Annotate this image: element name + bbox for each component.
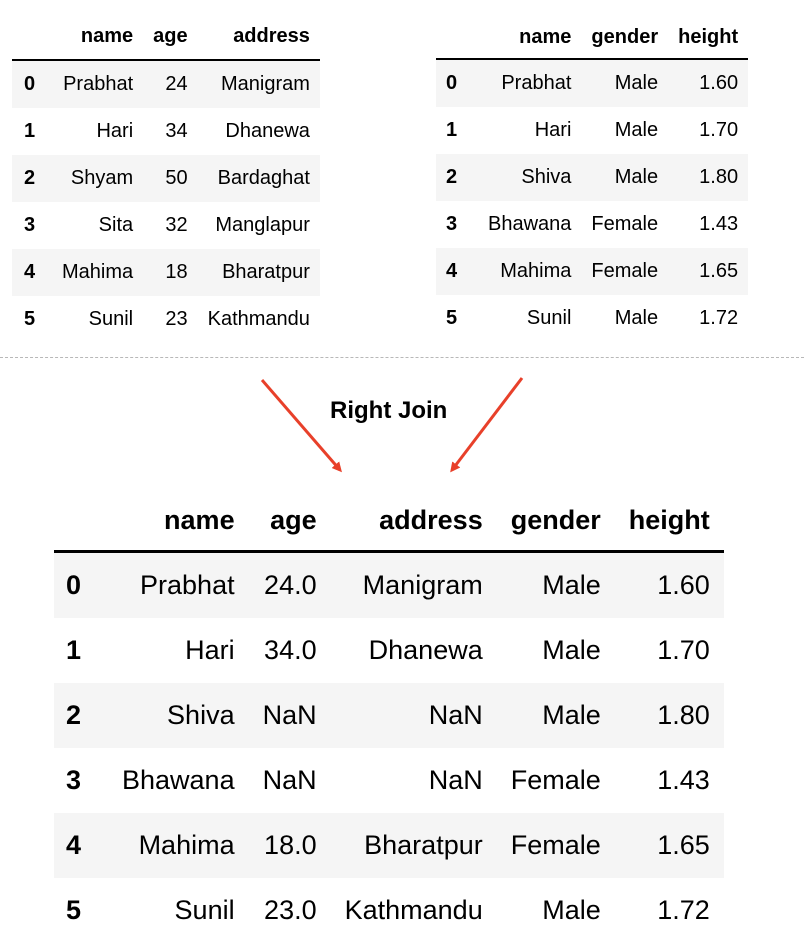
cell-address: Kathmandu [344,895,483,925]
cell-height: 1.80 [614,683,724,748]
cell-height: 1.72 [657,895,710,925]
cell-address: Dhanewa [368,635,483,665]
cell-gender: Male [496,683,615,748]
column-header-age: age [270,504,317,535]
table-row: 2 Shiva NaN NaN Male 1.80 [54,683,724,748]
row-index: 0 [54,551,108,618]
cell-age: 34.0 [264,635,317,665]
table-row: 4 Mahima 18.0 Bharatpur Female 1.65 [54,813,724,878]
cell-age: 24.0 [248,551,331,618]
cell-age: 23.0 [264,895,317,925]
cell-gender: Female [496,813,615,878]
cell-age: NaN [262,765,317,795]
cell-address: NaN [330,683,497,748]
cell-address: Bharatpur [330,813,497,878]
cell-height: 1.60 [614,551,724,618]
cell-gender: Male [542,635,601,665]
table-row: 0 Prabhat 24.0 Manigram Male 1.60 [54,551,724,618]
column-header-gender: gender [510,504,601,535]
cell-name: Prabhat [108,551,249,618]
cell-age: NaN [248,683,331,748]
cell-address: NaN [428,765,483,795]
cell-gender: Male [496,551,615,618]
cell-age: 18.0 [248,813,331,878]
cell-height: 1.70 [657,635,710,665]
cell-name: Hari [185,635,235,665]
table-row: 1 Hari 34.0 Dhanewa Male 1.70 [54,618,724,683]
cell-address: Manigram [330,551,497,618]
cell-gender: Female [510,765,601,795]
cell-gender: Male [542,895,601,925]
cell-name: Shiva [108,683,249,748]
index-header [54,490,108,552]
left-arrow [260,379,342,473]
row-index: 2 [54,683,108,748]
row-index: 4 [54,813,108,878]
cell-height: 1.43 [657,765,710,795]
table-row: 3 Bhawana NaN NaN Female 1.43 [54,748,724,813]
column-header-address: address [379,504,483,535]
header-row: name age address gender height [54,490,724,552]
cell-name: Bhawana [122,765,235,795]
column-header-name: name [164,504,235,535]
column-header-height: height [628,504,710,535]
row-index: 5 [66,895,82,925]
cell-name: Sunil [174,895,235,925]
result-dataframe-table: name age address gender height 0 Prabhat… [54,490,724,943]
right-arrow [450,377,524,473]
table-row: 5 Sunil 23.0 Kathmandu Male 1.72 [54,878,724,943]
join-type-label: Right Join [330,397,448,424]
cell-name: Mahima [108,813,249,878]
row-index: 1 [66,635,82,665]
cell-height: 1.65 [614,813,724,878]
row-index: 3 [66,765,82,795]
